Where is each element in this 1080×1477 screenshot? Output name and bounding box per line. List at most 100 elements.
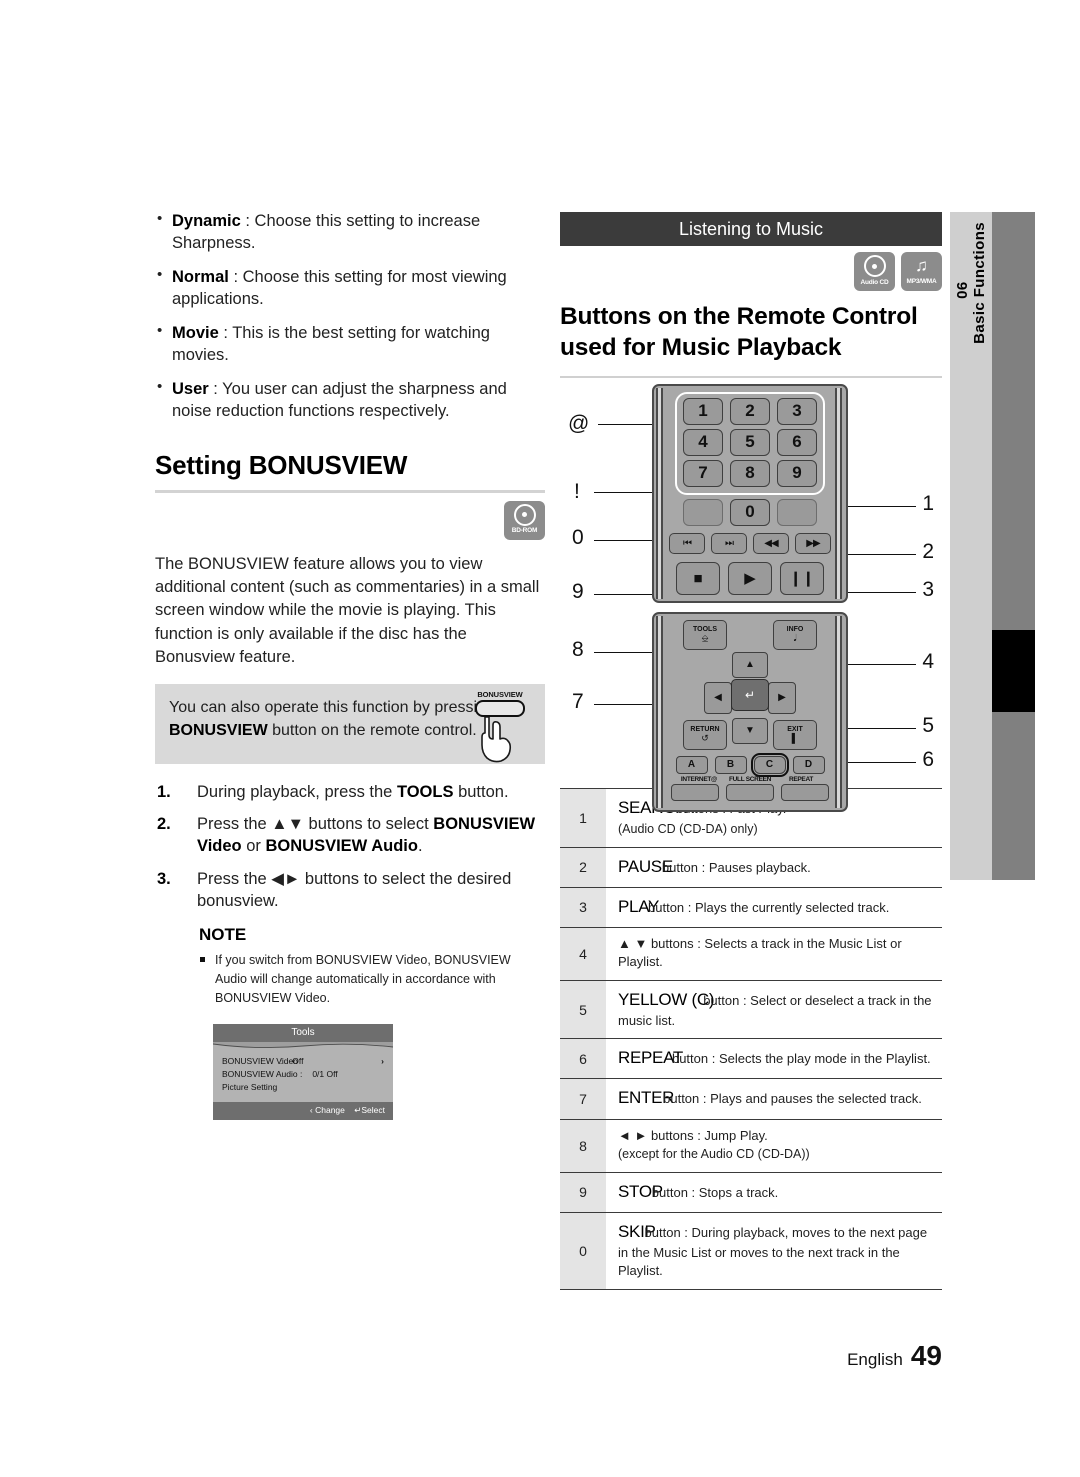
row-number: 7 [560,1078,606,1120]
music-note-icon: ♫ [915,256,928,275]
repeat-button[interactable] [781,783,829,801]
button-desc: button : Pauses playback. [661,859,811,875]
internet-button[interactable] [671,783,719,801]
search-rewind-button[interactable]: ◀◀ [753,532,789,554]
row-number: 9 [560,1172,606,1213]
info-button[interactable]: INFO 𝅘𝅥 [773,619,817,650]
table-row: 4 ▲ ▼ buttons : Selects a track in the M… [560,927,942,981]
manual-page: 06 Basic Functions Dynamic : Choose this… [0,0,1080,1477]
right-button[interactable]: ▶ [768,681,796,714]
search-forward-button[interactable]: ▶▶ [795,532,831,554]
keypad-row: 1 2 3 [680,397,820,425]
callout-3: 3 [922,577,934,601]
list-item: If you switch from BONUSVIEW Video, BONU… [199,951,545,1008]
chapter-title-divider [560,375,942,378]
bonusview-button-illustration: BONUSVIEW [463,690,537,762]
callout-7: 7 [572,689,584,713]
bonusview-tip-box: You can also operate this function by pr… [155,683,545,764]
list-item: Dynamic : Choose this setting to increas… [155,209,545,255]
note-list: If you switch from BONUSVIEW Video, BONU… [155,951,545,1008]
remote-lower-section: TOOLS ⎒ INFO 𝅘𝅥 ▲ ▼ ◀ ▶ ↵ RETURN ↺ EXIT ▌… [652,611,848,812]
bullet-term: Movie [172,323,219,342]
callout-8: 8 [572,637,584,661]
button-desc: button : Plays and pauses the selected t… [663,1091,922,1107]
bonusview-steps: 1. During playback, press the TOOLS butto… [155,781,545,913]
key-9[interactable]: 9 [777,459,817,487]
button-desc: button : Selects the play mode in the Pl… [671,1051,931,1067]
info-icon: 𝅘𝅥 [793,632,797,643]
step-number: 3. [157,869,171,888]
tools-button[interactable]: TOOLS ⎒ [683,619,727,650]
callout-5: 5 [922,713,934,737]
color-button-a[interactable]: A [675,755,708,774]
osd-row-bonusview-video[interactable]: BONUSVIEW Video : Off › [222,1056,384,1066]
osd-footer-change: ‹ Change [309,1104,345,1115]
key-0[interactable]: 0 [730,498,770,526]
row-number: 6 [560,1038,606,1079]
up-button[interactable]: ▲ [732,651,768,678]
full-screen-label: FULL SCREEN [728,775,772,783]
bullet-text: : This is the best setting for watching … [172,323,490,365]
tools-info-row: TOOLS ⎒ INFO 𝅘𝅥 [658,619,842,650]
key-4[interactable]: 4 [683,428,723,456]
numeric-keypad: 1 2 3 4 5 6 7 8 9 [675,391,825,495]
function-label-row: INTERNET@ FULL SCREEN REPEAT [658,776,842,783]
color-button-c[interactable]: C [750,752,789,778]
color-button-d[interactable]: D [792,755,825,774]
key-3[interactable]: 3 [777,397,817,425]
bd-rom-badge-label: BD-ROM [511,527,538,534]
remote-control-diagram: @ ! 0 9 1 2 3 4 5 6 8 7 1 2 3 4 5 6 7 8 … [560,383,942,812]
osd-footer: ‹ Change ↵Select [213,1101,393,1120]
row-number: 4 [560,927,606,981]
table-row: 8 ◄ ► buttons : Jump Play. (except for th… [560,1119,942,1173]
play-button[interactable]: ▶ [728,561,772,595]
down-button[interactable]: ▼ [732,717,768,744]
key-7[interactable]: 7 [683,459,723,487]
side-tab-label: Basic Functions [971,222,988,344]
section-banner: Listening to Music [560,212,942,246]
key-1[interactable]: 1 [683,397,723,425]
pause-button[interactable]: ❙❙ [780,561,824,595]
chapter-side-tab: 06 Basic Functions [950,212,1035,880]
left-button[interactable]: ◀ [704,681,732,714]
media-badge-row: Audio CD ♫ MP3/WMA [560,252,942,296]
osd-row-label: BONUSVIEW Audio : [222,1068,303,1079]
row-description: REPEATbutton : Selects the play mode in … [606,1039,942,1079]
skip-back-button[interactable]: ⏮ [669,532,705,554]
tools-icon: ⎒ [701,632,709,643]
bd-rom-badge: BD-ROM [504,500,545,540]
audio-cd-badge: Audio CD [854,252,895,291]
color-button-b[interactable]: B [714,755,747,774]
bonusview-description: The BONUSVIEW feature allows you to view… [155,554,540,667]
key-blank-right[interactable] [777,498,817,526]
row-description: PAUSEbutton : Pauses playback. [606,847,942,887]
enter-button[interactable]: ↵ [731,678,769,711]
key-5[interactable]: 5 [730,428,770,456]
side-tab-text-wrap: 06 Basic Functions [950,212,992,880]
remote-rail-left [656,615,665,808]
full-screen-button[interactable] [726,783,774,801]
key-blank-left[interactable] [683,498,723,526]
direction-pad: ▲ ▼ ◀ ▶ ↵ [704,651,796,744]
button-desc: ▲ ▼ buttons : Selects a track in the Mus… [618,935,902,970]
osd-row-label: Picture Setting [222,1081,278,1092]
picture-mode-bullet-list: Dynamic : Choose this setting to increas… [155,209,545,423]
osd-row-picture-setting[interactable]: Picture Setting [222,1082,384,1092]
osd-title: Tools [213,1023,393,1042]
key-8[interactable]: 8 [730,459,770,487]
stop-button[interactable]: ■ [676,561,720,595]
osd-row-bonusview-audio[interactable]: BONUSVIEW Audio : 0/1 Off [222,1069,384,1079]
right-column: Listening to Music Audio CD ♫ MP3/WMA Bu… [560,212,942,1290]
keypad-zero-row: 0 [658,498,842,526]
chevron-right-icon[interactable]: › [381,1056,384,1066]
bd-rom-disc-icon [513,503,536,526]
step-text: During playback, press the TOOLS button. [197,782,509,801]
keypad-row: 4 5 6 [680,428,820,456]
row-number: 2 [560,847,606,888]
skip-forward-button[interactable]: ⏭ [711,532,747,554]
footer-page-number: 49 [910,1340,942,1371]
key-2[interactable]: 2 [730,397,770,425]
key-6[interactable]: 6 [777,428,817,456]
list-item: 2. Press the ▲▼ buttons to select BONUSVI… [155,813,545,858]
remote-rail-right [835,387,844,599]
